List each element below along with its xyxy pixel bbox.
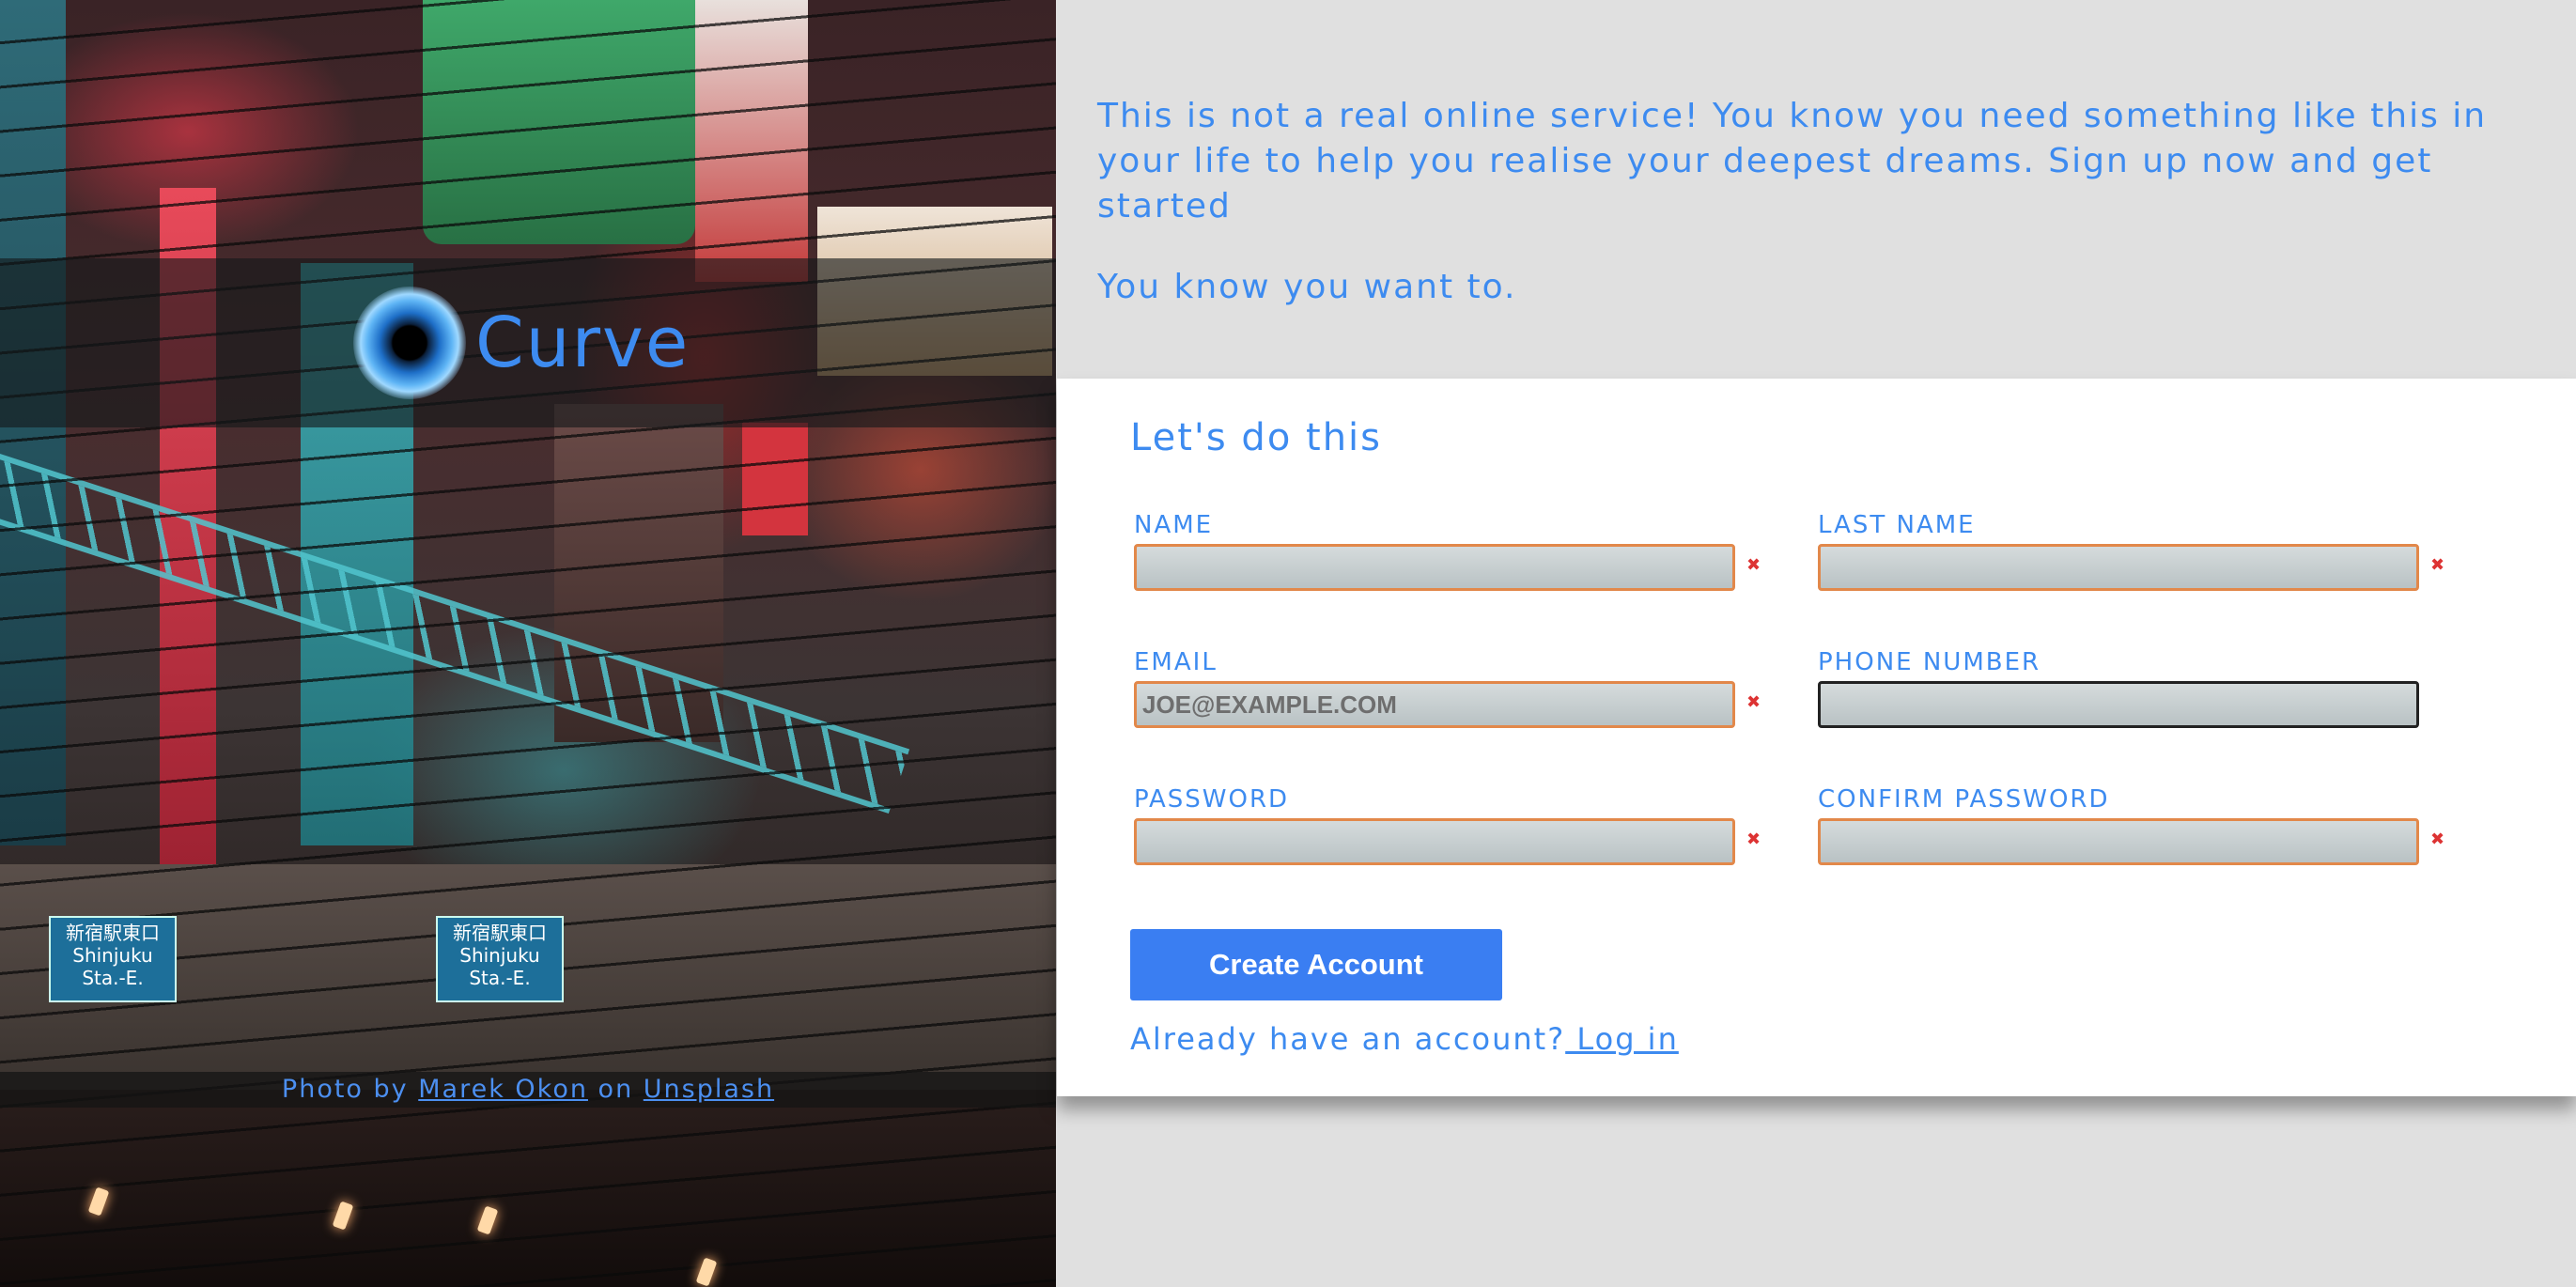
- logo-text: Curve: [475, 302, 691, 383]
- logo: Curve: [353, 282, 690, 404]
- intro-text: This is not a real online service! You k…: [1097, 94, 2563, 346]
- last-name-label: LAST NAME: [1818, 511, 1976, 539]
- station-sign: 新宿駅東口 Shinjuku Sta.-E.: [49, 916, 177, 1002]
- confirm-password-input[interactable]: [1818, 818, 2419, 865]
- credit-site-link[interactable]: Unsplash: [644, 1075, 774, 1104]
- last-name-input[interactable]: [1818, 544, 2419, 591]
- required-x-icon: ✖: [1746, 692, 1761, 712]
- confirm-password-field: CONFIRM PASSWORD ✖: [1818, 784, 2475, 865]
- photo-credit: Photo by Marek Okon on Unsplash: [0, 1072, 1056, 1108]
- intro-paragraph: You know you want to.: [1097, 268, 1517, 306]
- last-name-field: LAST NAME ✖: [1818, 510, 2475, 591]
- eye-icon: [353, 287, 466, 399]
- required-x-icon: ✖: [2430, 830, 2445, 849]
- name-label: NAME: [1134, 511, 1214, 539]
- login-prompt-text: Already have an account?: [1130, 1021, 1566, 1057]
- phone-label: PHONE NUMBER: [1818, 648, 2041, 676]
- form-title: Let's do this: [1130, 416, 1382, 459]
- password-field: PASSWORD ✖: [1134, 784, 1792, 865]
- phone-input[interactable]: [1818, 681, 2419, 728]
- email-field: EMAIL ✖: [1134, 647, 1792, 728]
- phone-field: PHONE NUMBER: [1818, 647, 2475, 728]
- create-account-button[interactable]: Create Account: [1130, 929, 1502, 1000]
- confirm-password-label: CONFIRM PASSWORD: [1818, 785, 2110, 814]
- station-sign: 新宿駅東口 Shinjuku Sta.-E.: [436, 916, 564, 1002]
- credit-prefix: Photo by: [281, 1075, 419, 1104]
- intro-paragraph: This is not a real online service! You k…: [1097, 97, 2488, 225]
- name-input[interactable]: [1134, 544, 1735, 591]
- credit-author-link[interactable]: Marek Okon: [418, 1075, 588, 1104]
- required-x-icon: ✖: [2430, 555, 2445, 575]
- name-field: NAME ✖: [1134, 510, 1792, 591]
- login-link[interactable]: Log in: [1565, 1021, 1679, 1057]
- login-prompt: Already have an account? Log in: [1130, 1021, 1679, 1057]
- signup-card: Let's do this NAME ✖ LAST NAME ✖ EMAIL ✖…: [1057, 379, 2576, 1096]
- email-input[interactable]: [1134, 681, 1735, 728]
- password-label: PASSWORD: [1134, 785, 1290, 814]
- required-x-icon: ✖: [1746, 830, 1761, 849]
- hero-photo: 新宿駅東口 Shinjuku Sta.-E. 新宿駅東口 Shinjuku St…: [0, 0, 1056, 1287]
- credit-middle: on: [587, 1075, 644, 1104]
- email-label: EMAIL: [1134, 648, 1218, 676]
- password-input[interactable]: [1134, 818, 1735, 865]
- required-x-icon: ✖: [1746, 555, 1761, 575]
